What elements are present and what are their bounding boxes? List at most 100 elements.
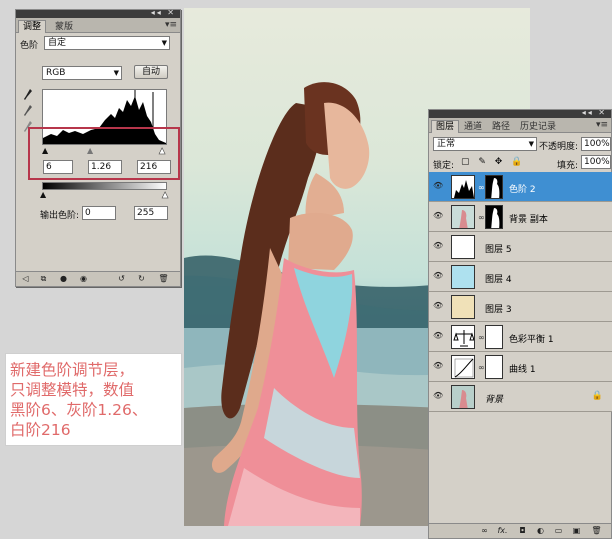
layer-name[interactable]: 色阶 2: [509, 182, 536, 195]
adjustments-tabs: 调整 蒙版 ▾≡: [16, 18, 180, 33]
color-balance-thumb: [451, 325, 475, 349]
layer-thumb: [451, 235, 475, 259]
visibility-eye-icon[interactable]: 👁: [433, 212, 443, 220]
annotation-line: 白阶216: [10, 421, 71, 439]
visibility-eye-icon[interactable]: 👁: [433, 272, 443, 280]
layer-name[interactable]: 曲线 1: [509, 362, 536, 375]
output-black-field[interactable]: 0: [82, 206, 116, 220]
channel-value: RGB: [46, 68, 66, 78]
trash-icon[interactable]: 🗑: [158, 274, 169, 284]
layers-panel: ◂◂ ✕ 图层 通道 路径 历史记录 ▾≡ 正常 ▼ 不透明度: 100% 锁定…: [428, 108, 612, 539]
auto-button[interactable]: 自动: [134, 65, 168, 79]
visibility-eye-icon[interactable]: 👁: [433, 392, 443, 400]
annotation-line: 新建色阶调节层，: [10, 361, 135, 379]
tab-masks[interactable]: 蒙版: [50, 20, 78, 33]
layer-row-color-balance-1[interactable]: 👁 ∞ 色彩平衡 1: [429, 322, 612, 352]
fx-icon[interactable]: fx.: [497, 526, 508, 536]
output-black-slider[interactable]: ▲: [40, 190, 46, 199]
add-mask-icon[interactable]: ◘: [517, 526, 528, 536]
panel-menu-icon[interactable]: ▾≡: [165, 20, 177, 30]
annotation-box: 新建色阶调节层， 只调整模特，数值 黑阶6、灰阶1.26、 白阶216: [5, 353, 182, 446]
clip-to-layer-icon[interactable]: ●: [58, 274, 69, 284]
fill-label: 填充:: [557, 161, 579, 171]
panel-titlebar[interactable]: ◂◂ ✕: [16, 8, 180, 18]
layer-thumb: [451, 385, 475, 409]
tab-paths[interactable]: 路径: [487, 120, 515, 133]
visibility-eye-icon[interactable]: 👁: [433, 332, 443, 340]
visibility-eye-icon[interactable]: 👁: [433, 362, 443, 370]
layer-row-layer-5[interactable]: 👁 图层 5: [429, 232, 612, 262]
layer-name[interactable]: 图层 3: [485, 302, 512, 315]
view-previous-icon[interactable]: ↺: [116, 274, 127, 284]
highlight-frame: [28, 127, 180, 180]
opacity-label: 不透明度:: [539, 142, 579, 152]
reset-icon[interactable]: ↻: [136, 274, 147, 284]
layer-mask-thumb[interactable]: [485, 355, 503, 379]
new-layer-icon[interactable]: ▣: [571, 526, 582, 536]
link-layers-icon[interactable]: ∞: [479, 526, 490, 536]
blend-mode-select[interactable]: 正常 ▼: [433, 137, 537, 151]
layer-row-background[interactable]: 👁 背景 🔒: [429, 382, 612, 412]
channel-select[interactable]: RGB ▼: [42, 66, 122, 80]
curves-thumb: [451, 355, 475, 379]
adjustment-layer-icon[interactable]: ◐: [535, 526, 546, 536]
adjustments-footer: ◁ ⧉ ● ◉ ↺ ↻ 🗑: [16, 271, 180, 286]
blend-mode-value: 正常: [437, 139, 456, 149]
layer-row-curves-1[interactable]: 👁 ∞ 曲线 1: [429, 352, 612, 382]
annotation-line: 只调整模特，数值: [10, 381, 135, 399]
collapse-close-icons[interactable]: ◂◂ ✕: [151, 8, 176, 17]
panel-menu-icon[interactable]: ▾≡: [596, 120, 608, 130]
chevron-down-icon: ▼: [161, 39, 167, 47]
layer-row-layer-3[interactable]: 👁 图层 3: [429, 292, 612, 322]
layer-thumb: [451, 265, 475, 289]
link-icon[interactable]: ∞: [478, 183, 485, 192]
panel-titlebar[interactable]: ◂◂ ✕: [429, 108, 611, 118]
lock-icon: 🔒: [591, 391, 603, 401]
layer-row-levels-2[interactable]: 👁 ∞ 色阶 2: [429, 172, 612, 202]
output-white-field[interactable]: 255: [134, 206, 168, 220]
gray-eyedropper-icon[interactable]: [23, 104, 33, 118]
layer-name[interactable]: 背景 副本: [509, 212, 548, 225]
layer-name[interactable]: 背景: [485, 392, 503, 405]
layer-name[interactable]: 图层 5: [485, 242, 512, 255]
layer-mask-thumb[interactable]: [485, 175, 503, 199]
layer-name[interactable]: 图层 4: [485, 272, 512, 285]
layer-mask-thumb[interactable]: [485, 325, 503, 349]
link-icon[interactable]: ∞: [478, 363, 485, 372]
output-levels-label: 输出色阶:: [40, 211, 80, 221]
output-gradient-bar: [42, 182, 167, 190]
visibility-eye-icon[interactable]: 👁: [433, 242, 443, 250]
opacity-field[interactable]: 100%: [581, 137, 611, 151]
expand-view-icon[interactable]: ⧉: [38, 274, 49, 284]
levels-adjustment-thumb: [451, 175, 475, 199]
layer-row-layer-4[interactable]: 👁 图层 4: [429, 262, 612, 292]
annotation-line: 黑阶6、灰阶1.26、: [10, 401, 148, 419]
trash-icon[interactable]: 🗑: [591, 526, 602, 536]
preset-label: 色阶: [20, 41, 39, 51]
tab-adjustments[interactable]: 调整: [18, 20, 47, 33]
link-icon[interactable]: ∞: [478, 213, 485, 222]
layer-thumb: [451, 295, 475, 319]
chevron-down-icon: ▼: [113, 69, 119, 77]
visibility-eye-icon[interactable]: 👁: [433, 302, 443, 310]
preset-select[interactable]: 自定 ▼: [44, 36, 170, 50]
visibility-eye-icon[interactable]: 👁: [433, 182, 443, 190]
tab-channels[interactable]: 通道: [459, 120, 487, 133]
black-eyedropper-icon[interactable]: [23, 88, 33, 102]
tab-history[interactable]: 历史记录: [515, 120, 561, 133]
fill-field[interactable]: 100%: [581, 155, 611, 169]
output-white-slider[interactable]: ▲: [162, 190, 169, 200]
collapse-close-icons[interactable]: ◂◂ ✕: [582, 108, 607, 117]
preset-value: 自定: [48, 38, 67, 48]
link-icon[interactable]: ∞: [478, 333, 485, 342]
visibility-eye-icon[interactable]: ◉: [78, 274, 89, 284]
group-folder-icon[interactable]: ▭: [553, 526, 564, 536]
chevron-down-icon: ▼: [528, 140, 534, 148]
lock-options-icons[interactable]: ▢ ✎ ✥ 🔒: [461, 157, 525, 167]
layer-row-background-copy[interactable]: 👁 ∞ 背景 副本: [429, 202, 612, 232]
layer-mask-thumb[interactable]: [485, 205, 503, 229]
layers-tabs: 图层 通道 路径 历史记录 ▾≡: [429, 118, 611, 133]
tab-layers[interactable]: 图层: [431, 120, 460, 133]
layer-name[interactable]: 色彩平衡 1: [509, 332, 554, 345]
back-arrow-icon[interactable]: ◁: [20, 274, 31, 284]
